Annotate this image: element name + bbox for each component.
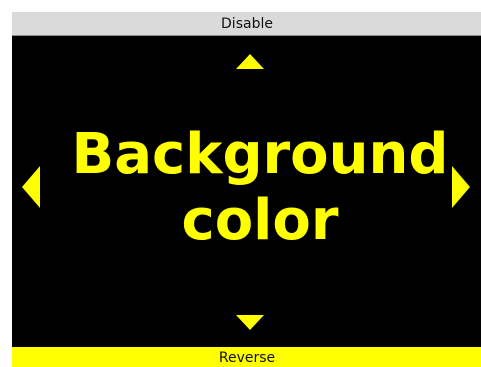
disable-label: Disable — [221, 16, 273, 32]
background-color-setting-screen: Disable Background color Reverse — [12, 12, 481, 367]
left-arrow-icon[interactable] — [22, 166, 40, 208]
setting-title: Background color — [70, 122, 450, 254]
reverse-label: Reverse — [218, 350, 276, 366]
setting-title-line-1: Background — [71, 122, 449, 187]
disable-button[interactable]: Disable — [12, 12, 481, 36]
right-arrow-icon[interactable] — [452, 166, 470, 208]
down-arrow-icon[interactable] — [236, 315, 264, 330]
up-arrow-icon[interactable] — [236, 54, 264, 69]
setting-title-line-2: color — [181, 188, 339, 253]
reverse-button[interactable]: Reverse — [12, 347, 481, 367]
